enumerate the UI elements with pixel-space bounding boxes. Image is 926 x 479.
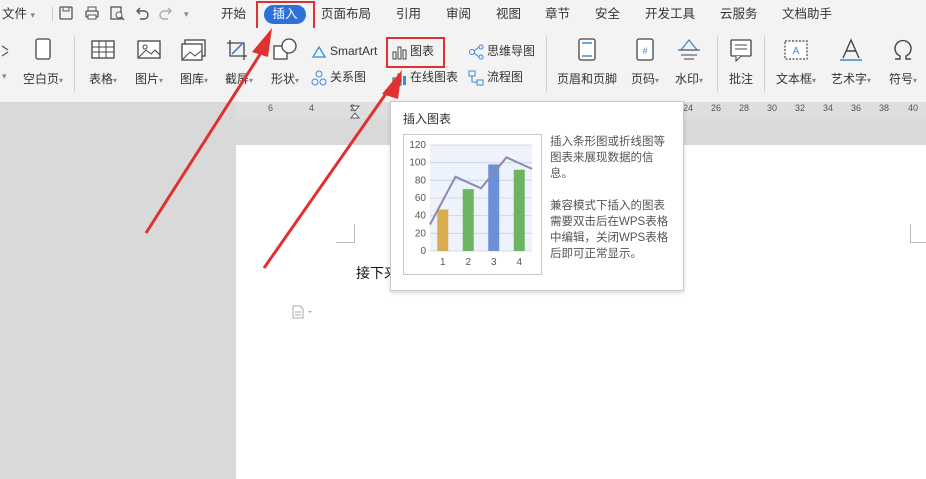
annotation-arrows bbox=[144, 28, 402, 269]
arrowhead-icon bbox=[382, 70, 402, 99]
arrowhead-icon bbox=[252, 28, 272, 57]
arrow-line-to-insert-tab bbox=[144, 44, 268, 234]
arrow-line-to-chart-button bbox=[262, 84, 394, 269]
